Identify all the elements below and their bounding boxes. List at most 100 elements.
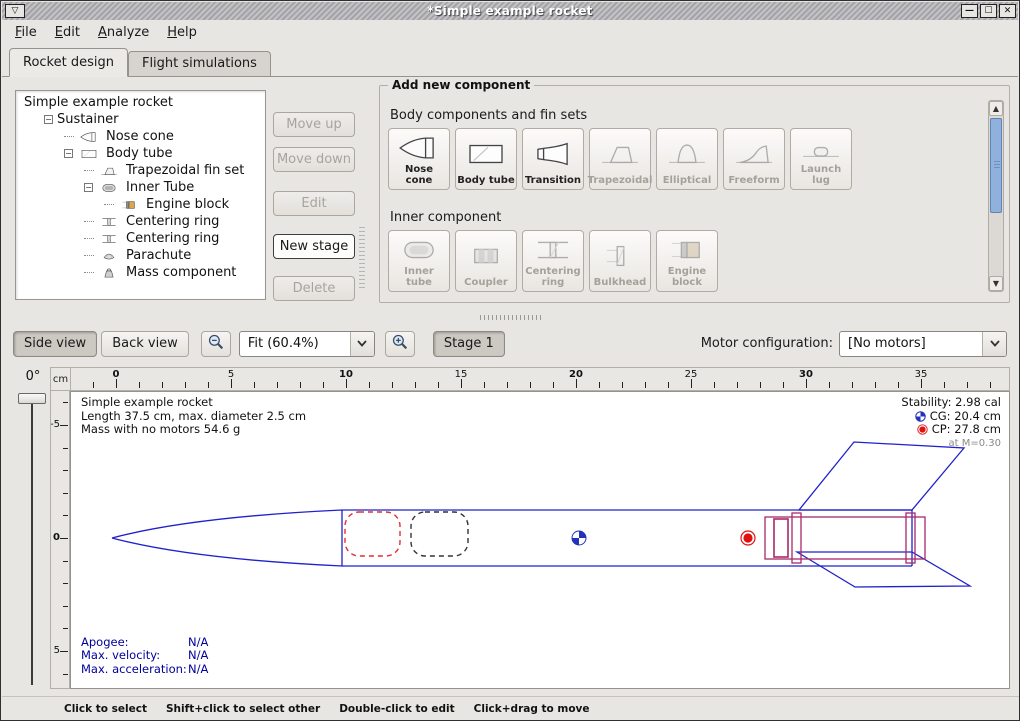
tree-item-mass-component[interactable]: Mass component: [20, 264, 265, 281]
motor-configuration-select[interactable]: [No motors]: [839, 331, 1007, 357]
component-scrollbar[interactable]: ▲ ▼: [988, 100, 1004, 292]
close-button[interactable]: ✕: [999, 4, 1016, 18]
add-inner-tube-button[interactable]: Inner tube: [388, 230, 450, 292]
add-coupler-button[interactable]: Coupler: [455, 230, 517, 292]
rocket-canvas[interactable]: Simple example rocket Length 37.5 cm, ma…: [70, 391, 1010, 689]
tree-item-label: Body tube: [106, 146, 173, 161]
zoom-in-button[interactable]: [385, 331, 415, 357]
back-view-button[interactable]: Back view: [101, 331, 189, 357]
ruler-tick: [599, 382, 600, 388]
cp-marker[interactable]: [741, 531, 755, 545]
move-down-button[interactable]: Move down: [273, 147, 355, 172]
scrollbar-thumb[interactable]: [990, 118, 1002, 213]
ruler-label: 30: [799, 369, 813, 380]
menu-edit[interactable]: Edit: [46, 22, 89, 43]
scroll-down-icon[interactable]: ▼: [989, 276, 1003, 291]
expander-icon[interactable]: −: [44, 115, 53, 124]
add-bulkhead-button[interactable]: Bulkhead: [589, 230, 651, 292]
centering-ring-1-outline[interactable]: [792, 513, 801, 563]
cp-value: CP: 27.8 cm: [932, 423, 1001, 437]
delete-button[interactable]: Delete: [273, 276, 355, 301]
trapezoidal-icon: [97, 164, 121, 178]
centering-ring-2-outline[interactable]: [906, 513, 915, 563]
add-launch-lug-button[interactable]: Launch lug: [790, 128, 852, 190]
ruler-label: 25: [685, 369, 698, 380]
chevron-down-icon[interactable]: [982, 332, 1006, 356]
tab-strip: Rocket designFlight simulations: [2, 44, 1018, 77]
side-view-button[interactable]: Side view: [13, 331, 97, 357]
tree-item-simple-example-rocket[interactable]: Simple example rocket: [20, 94, 265, 111]
new-stage-button[interactable]: New stage: [273, 234, 355, 259]
ruler-tick: [645, 382, 646, 388]
add-body-tube-button[interactable]: Body tube: [455, 128, 517, 190]
add-elliptical-button[interactable]: Elliptical: [656, 128, 718, 190]
add-freeform-button[interactable]: Freeform: [723, 128, 785, 190]
title-bar[interactable]: ▽ *Simple example rocket — ☐ ✕: [2, 2, 1018, 20]
chevron-down-icon[interactable]: [350, 332, 374, 356]
inner-tube-outline[interactable]: [765, 517, 925, 559]
ruler-tick: [323, 382, 324, 388]
ruler-tick: [254, 382, 255, 388]
add-nose-cone-button[interactable]: Nose cone: [388, 128, 450, 190]
menu-analyze[interactable]: Analyze: [89, 22, 158, 43]
move-up-button[interactable]: Move up: [273, 112, 355, 137]
tree-item-body-tube[interactable]: − Body tube: [20, 145, 265, 162]
mass-component-outline[interactable]: [411, 512, 468, 556]
tree-item-sustainer[interactable]: −Sustainer: [20, 111, 265, 128]
horizontal-splitter[interactable]: [2, 311, 1019, 324]
component-tree[interactable]: Simple example rocket−SustainerNose cone…: [15, 90, 266, 300]
flight-data-value: N/A: [188, 636, 208, 650]
ruler-label: 5: [54, 645, 60, 656]
splitter-grip[interactable]: [480, 315, 544, 320]
cg-marker[interactable]: [572, 531, 586, 545]
tab-flight-simulations[interactable]: Flight simulations: [128, 51, 271, 76]
tab-rocket-design[interactable]: Rocket design: [9, 48, 128, 77]
tree-item-centering-ring[interactable]: Centering ring: [20, 230, 265, 247]
add-trapezoidal-button[interactable]: Trapezoidal: [589, 128, 651, 190]
engine-block-outline[interactable]: [774, 519, 788, 557]
minimize-button[interactable]: —: [961, 4, 978, 18]
flight-data-label: Max. acceleration:: [81, 663, 188, 677]
ruler-tick: [852, 382, 853, 388]
tree-item-nose-cone[interactable]: Nose cone: [20, 128, 265, 145]
rotation-slider-handle[interactable]: [18, 393, 46, 404]
parachute-outline[interactable]: [345, 512, 400, 556]
ruler-tick: [60, 651, 68, 652]
ruler-tick: [63, 674, 68, 675]
add-engine-block-button[interactable]: Engine block: [656, 230, 718, 292]
nose-cone-outline[interactable]: [112, 510, 342, 566]
tree-item-engine-block[interactable]: Engine block: [20, 196, 265, 213]
rotation-slider[interactable]: [31, 399, 33, 685]
body-tube-outline[interactable]: [342, 510, 912, 566]
centering-ring-icon: [530, 234, 576, 266]
tree-item-centering-ring[interactable]: Centering ring: [20, 213, 265, 230]
tree-item-label: Sustainer: [57, 112, 119, 127]
tree-item-trapezoidal-fin-set[interactable]: Trapezoidal fin set: [20, 162, 265, 179]
scroll-up-icon[interactable]: ▲: [989, 101, 1003, 116]
vertical-splitter[interactable]: [359, 227, 365, 289]
nose-cone-icon: [396, 132, 442, 164]
tree-item-inner-tube[interactable]: −Inner Tube: [20, 179, 265, 196]
ruler-tick: [576, 379, 577, 388]
fin-bottom[interactable]: [797, 552, 970, 587]
zoom-value: Fit (60.4%): [240, 336, 350, 351]
ruler-tick: [277, 382, 278, 388]
add-centering-ring-button[interactable]: Centering ring: [522, 230, 584, 292]
expander-icon[interactable]: −: [84, 183, 93, 192]
menu-help[interactable]: Help: [158, 22, 206, 43]
maximize-button[interactable]: ☐: [980, 4, 997, 18]
fin-top[interactable]: [799, 442, 964, 510]
ruler-tick: [63, 493, 68, 494]
edit-button[interactable]: Edit: [273, 191, 355, 216]
tree-connector: [84, 170, 94, 171]
expander-icon[interactable]: −: [64, 149, 73, 158]
menu-file[interactable]: File: [6, 22, 46, 43]
window-menu-icon[interactable]: ▽: [5, 4, 25, 18]
zoom-select[interactable]: Fit (60.4%): [239, 331, 375, 357]
zoom-out-button[interactable]: [201, 331, 231, 357]
section-label-inner-component: Inner component: [390, 210, 501, 225]
body-tube-icon: [463, 133, 509, 175]
tree-item-parachute[interactable]: Parachute: [20, 247, 265, 264]
stage-1-toggle[interactable]: Stage 1: [433, 331, 505, 357]
add-transition-button[interactable]: Transition: [522, 128, 584, 190]
